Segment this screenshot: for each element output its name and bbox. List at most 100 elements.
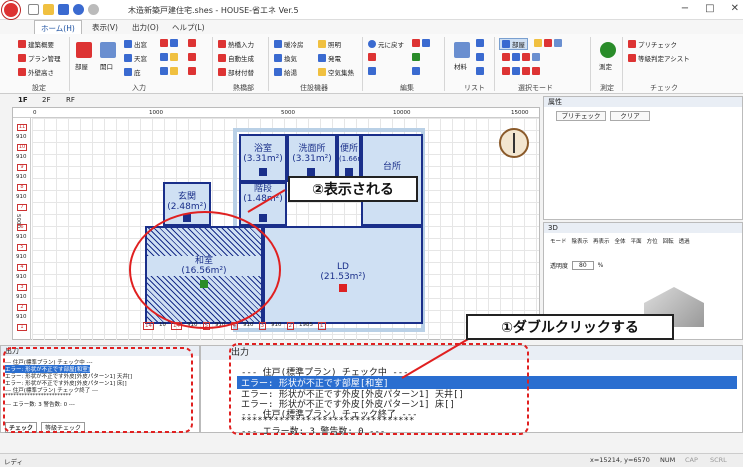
select-mode-room-button[interactable]: 部屋 (499, 38, 528, 50)
minimize-button[interactable]: − (681, 3, 689, 14)
3d-redraw-button[interactable]: 再表示 (593, 237, 610, 245)
tab-help[interactable]: ヘルプ(L) (172, 22, 205, 33)
tab-2f[interactable]: 2F (42, 96, 50, 104)
measure-button-label[interactable]: 測定 (599, 61, 612, 71)
opening-button-label[interactable]: 開口 (100, 61, 113, 71)
measure-icon[interactable] (600, 42, 616, 58)
auto-generate-button[interactable]: 自動生成 (218, 53, 254, 63)
output-panel-small: 出力 --- 住戸(標準プラン) チェック中 --- エラー: 形状が不正です部… (0, 345, 200, 433)
column-button[interactable] (160, 67, 178, 75)
air-heat-collection-button[interactable]: 空気集熱 (318, 67, 354, 77)
close-button[interactable]: ✕ (731, 3, 739, 14)
tab-output[interactable]: 出力(O) (132, 22, 159, 33)
room-washroom[interactable]: 洗面所 (3.31m²) (287, 134, 337, 182)
transparency-input[interactable]: 80 (572, 261, 594, 270)
redo-button[interactable] (368, 53, 376, 61)
3d-shade-button[interactable]: 陰表示 (572, 237, 589, 245)
extra-input-a[interactable] (188, 39, 196, 47)
material-button-label[interactable]: 材料 (454, 61, 467, 71)
save-icon[interactable] (58, 4, 69, 15)
wall-height-button[interactable]: 外壁高さ (18, 67, 54, 77)
member-reassign-button[interactable]: 部材付替 (218, 67, 254, 77)
open-folder-icon[interactable] (43, 4, 54, 15)
air-conditioner-icon (274, 40, 282, 48)
member-icon (218, 68, 226, 76)
list-b-icon (476, 53, 484, 61)
skylight-button[interactable]: 天窓 (124, 53, 147, 63)
opening-icon[interactable] (100, 42, 116, 58)
edit-mirror-button[interactable] (412, 53, 420, 61)
ribbon-separator (494, 37, 495, 91)
properties-panel: 属性 プリチェック クリア (543, 96, 743, 220)
extra-input-c[interactable] (188, 67, 196, 75)
group-label-equipment: 住設機器 (300, 84, 328, 92)
compass-icon[interactable] (499, 128, 529, 158)
redo-icon[interactable] (88, 4, 99, 15)
input-c-icon (188, 67, 196, 75)
bay-window-button[interactable]: 出窓 (124, 39, 147, 49)
room-stairs[interactable]: 階段 (1.48m²) (239, 182, 287, 226)
list-view-button-b[interactable] (476, 53, 484, 61)
left-ruler: 5000 11 10 9 8 7 6 5 4 3 2 1 910 910 910… (13, 118, 31, 340)
tab-home[interactable]: ホーム(H) (34, 20, 82, 34)
wall-icon (18, 68, 26, 76)
3d-rotate-button[interactable]: 回転 (663, 237, 674, 245)
new-file-icon[interactable] (28, 4, 39, 15)
properties-panel-title: 属性 (544, 97, 742, 107)
3d-mode-button[interactable]: モード (550, 237, 567, 245)
3d-plane-button[interactable]: 平面 (631, 237, 642, 245)
tab-grade-check[interactable]: 等級チェック (41, 422, 86, 433)
grade-assist-button[interactable]: 等級判定アシスト (628, 53, 690, 63)
select-mode-extra-b[interactable] (502, 53, 540, 61)
tab-rf[interactable]: RF (66, 96, 75, 104)
list-view-button-c[interactable] (476, 67, 484, 75)
3d-all-button[interactable]: 全体 (615, 237, 626, 245)
undo-button[interactable]: 元に戻す (368, 39, 404, 49)
select-mode-extra-a[interactable] (534, 39, 562, 47)
output-tabs: チェック 等級チェック (5, 422, 86, 433)
building-overview-button[interactable]: 建築概要 (18, 39, 54, 49)
edit-tool-button[interactable] (368, 67, 376, 75)
room-icon[interactable] (76, 42, 92, 58)
select-mode-extra-c[interactable] (502, 67, 540, 75)
3d-direction-button[interactable]: 方位 (647, 237, 658, 245)
lighting-button[interactable]: 照明 (318, 39, 341, 49)
tab-view[interactable]: 表示(V) (92, 22, 118, 33)
pre-check-button[interactable]: プリチェック (628, 39, 677, 49)
undo-icon[interactable] (73, 4, 84, 15)
floor-plan-canvas[interactable]: 0 1000 5000 10000 15000 5000 11 10 9 8 7… (12, 107, 540, 340)
earth-floor-button[interactable] (160, 39, 178, 47)
beam-button[interactable] (160, 53, 178, 61)
clear-button[interactable]: クリア (610, 111, 650, 121)
3d-transparent-button[interactable]: 透過 (679, 237, 690, 245)
eave-button[interactable]: 庇 (124, 67, 141, 77)
precheck-button[interactable]: プリチェック (556, 111, 606, 121)
thermal-bridge-input-button[interactable]: 熱橋入力 (218, 39, 254, 49)
room-japanese[interactable]: 和室 (16.56m²) (145, 226, 263, 324)
thermal-bridge-icon (218, 40, 226, 48)
plan-management-button[interactable]: プラン管理 (18, 53, 61, 63)
list-view-button-a[interactable] (476, 39, 484, 47)
room-button-label[interactable]: 部屋 (75, 61, 88, 71)
power-generation-button[interactable]: 発電 (318, 53, 341, 63)
room-entrance[interactable]: 玄関 (2.48m²) (163, 182, 211, 226)
tab-1f[interactable]: 1F (18, 96, 28, 104)
room-ld[interactable]: LD (21.53m²) (263, 226, 423, 324)
select-a-icon (534, 39, 542, 47)
edit-rotate-button[interactable] (412, 67, 420, 75)
status-cap: CAP (685, 456, 698, 464)
hot-water-button[interactable]: 給湯 (274, 67, 297, 77)
heating-cooling-button[interactable]: 暖冷房 (274, 39, 304, 49)
maximize-button[interactable]: □ (705, 3, 714, 14)
room-bathroom[interactable]: 浴室 (3.31m²) (239, 134, 287, 182)
material-list-icon[interactable] (454, 42, 470, 58)
tab-check[interactable]: チェック (5, 422, 38, 433)
extra-input-b[interactable] (188, 53, 196, 61)
solar-panel-icon (318, 54, 326, 62)
room-toilet[interactable]: 便所 (1.66m²) (337, 134, 370, 182)
select-f-icon (522, 53, 530, 61)
ventilation-button[interactable]: 換気 (274, 53, 297, 63)
house-logo-icon[interactable] (2, 1, 20, 19)
ribbon-separator (362, 37, 363, 91)
edit-copy-button[interactable] (412, 39, 430, 47)
